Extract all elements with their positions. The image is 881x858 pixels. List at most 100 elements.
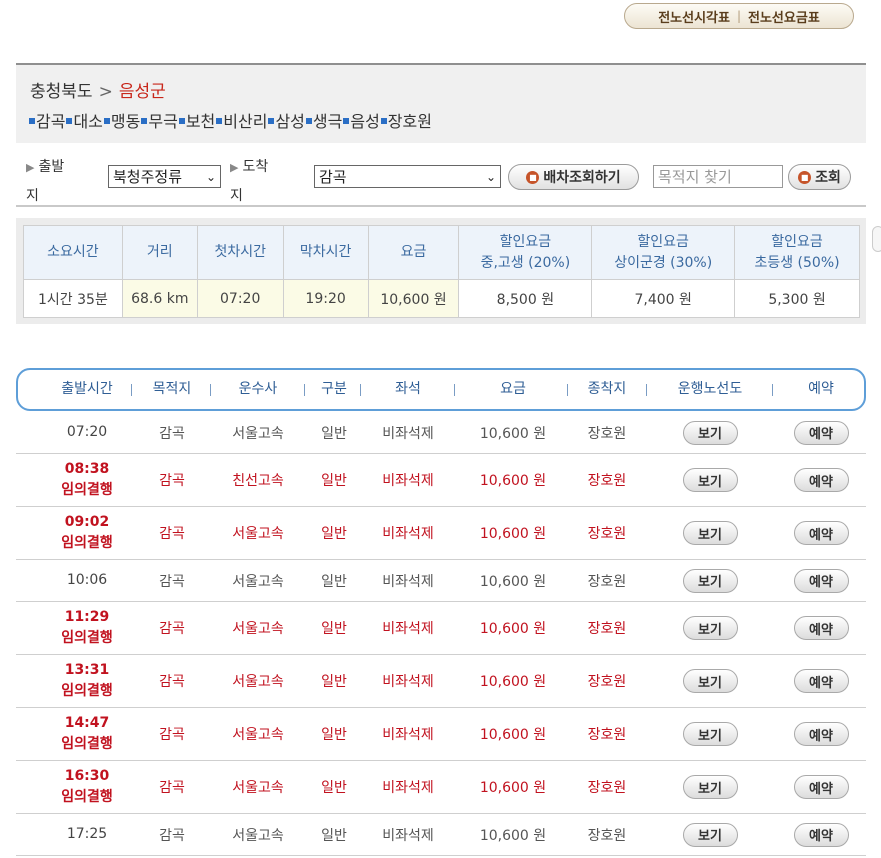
view-route-button[interactable]: 보기 xyxy=(682,468,738,492)
depart-select[interactable]: 북청주정류 ⌄ xyxy=(108,165,221,188)
triangle-icon: ▶ xyxy=(230,161,239,174)
summary-value-cell: 10,600 원 xyxy=(367,279,460,318)
seat-type-cell: 비좌석제 xyxy=(382,425,434,442)
departure-time: 17:25 xyxy=(66,826,108,842)
terminal-cell: 장호원 xyxy=(587,780,627,796)
summary-header-cell: 할인요금 상이군경 (30%) xyxy=(591,225,736,280)
reserve-cell: 예약 xyxy=(781,814,861,855)
reserve-cell: 예약 xyxy=(781,560,861,601)
view-route-button[interactable]: 보기 xyxy=(682,420,738,445)
departure-time-cell: 10:06 xyxy=(32,560,142,601)
find-button[interactable]: ■ 조회 xyxy=(788,164,851,190)
table-row: 14:47 임의결행 감곡 서울고속 일반 비좌석제 10,600 원 장호원 보기 예약 xyxy=(16,708,866,761)
fare-cell: 10,600 원 xyxy=(479,473,547,489)
tab-separator: | xyxy=(736,9,742,23)
arrive-select-value: 감곡 xyxy=(319,168,347,186)
stop-link[interactable]: 대소 xyxy=(73,112,102,131)
departure-time-cell: 09:02 임의결행 xyxy=(32,507,142,559)
view-route-button[interactable]: 보기 xyxy=(682,616,738,640)
fare-cell: 10,600 원 xyxy=(479,526,547,542)
departure-time: 11:29 xyxy=(64,609,110,625)
seat-type-cell: 비좌석제 xyxy=(382,827,434,844)
column-divider xyxy=(131,384,132,396)
find-button-label: 조회 xyxy=(815,170,841,186)
route-map-cell: 보기 xyxy=(655,507,765,559)
reserve-button[interactable]: 예약 xyxy=(793,775,849,799)
all-route-fare-tab[interactable]: 전노선요금표 xyxy=(748,7,820,26)
stop-link[interactable]: 보천 xyxy=(186,112,215,131)
reserve-button[interactable]: 예약 xyxy=(793,722,849,746)
view-route-button[interactable]: 보기 xyxy=(682,775,738,799)
reserve-button[interactable]: 예약 xyxy=(793,616,849,640)
breadcrumb-province[interactable]: 충청북도 xyxy=(30,82,93,102)
terminal-cell: 장호원 xyxy=(587,827,627,844)
reserve-button[interactable]: 예약 xyxy=(793,420,849,445)
square-bullet-icon xyxy=(343,118,350,124)
square-bullet-icon xyxy=(141,118,148,124)
side-scroll-handle[interactable] xyxy=(872,226,881,252)
summary-value-cell: 1시간 35분 xyxy=(23,279,123,318)
square-bullet-icon xyxy=(380,118,387,124)
table-row: 07:20 감곡 서울고속 일반 비좌석제 10,600 원 장호원 보기 예약 xyxy=(16,412,866,454)
view-route-button[interactable]: 보기 xyxy=(682,722,738,746)
route-map-cell: 보기 xyxy=(655,708,765,760)
company-cell: 친선고속 xyxy=(232,473,284,489)
company-cell: 서울고속 xyxy=(232,674,284,690)
reserve-cell: 예약 xyxy=(781,454,861,506)
summary-value-cell: 19:20 xyxy=(282,279,369,318)
summary-value-cell: 5,300 원 xyxy=(734,279,860,318)
stop-link[interactable]: 무극 xyxy=(148,112,177,131)
route-tabs: 전노선시각표 | 전노선요금표 xyxy=(624,3,854,29)
view-route-button[interactable]: 보기 xyxy=(682,521,738,545)
summary-header-cell: 할인요금 초등생 (50%) xyxy=(734,225,860,280)
stop-link[interactable]: 음성 xyxy=(350,112,379,131)
depart-label: ▶ 출발 지 xyxy=(26,159,65,204)
seat-type-cell: 비좌석제 xyxy=(382,573,434,590)
schedule-header-cell: 운수사 xyxy=(238,381,278,397)
breadcrumb-county: 음성군 xyxy=(118,82,166,102)
fare-cell: 10,600 원 xyxy=(479,674,547,690)
arrive-select[interactable]: 감곡 ⌄ xyxy=(314,165,501,188)
destination-cell: 감곡 xyxy=(159,526,185,542)
view-route-button[interactable]: 보기 xyxy=(682,822,738,847)
route-map-cell: 보기 xyxy=(655,454,765,506)
departure-time-cell: 17:25 xyxy=(32,814,142,855)
summary-header-cell: 거리 xyxy=(121,225,198,280)
destination-cell: 감곡 xyxy=(159,780,185,796)
destination-cell: 감곡 xyxy=(159,573,185,590)
stop-link[interactable]: 생극 xyxy=(313,112,342,131)
reserve-cell: 예약 xyxy=(781,602,861,654)
reserve-cell: 예약 xyxy=(781,708,861,760)
summary-header-cell: 요금 xyxy=(367,225,460,280)
departure-time-cell: 08:38 임의결행 xyxy=(32,454,142,506)
all-route-timetable-tab[interactable]: 전노선시각표 xyxy=(658,7,730,26)
table-row: 13:31 임의결행 감곡 서울고속 일반 비좌석제 10,600 원 장호원 보기 예약 xyxy=(16,655,866,708)
view-route-button[interactable]: 보기 xyxy=(682,669,738,693)
cancel-note: 임의결행 xyxy=(61,683,113,699)
stop-link[interactable]: 장호원 xyxy=(388,112,432,131)
cancel-note: 임의결행 xyxy=(61,789,113,805)
view-route-button[interactable]: 보기 xyxy=(682,568,738,593)
reserve-cell: 예약 xyxy=(781,655,861,707)
reserve-button[interactable]: 예약 xyxy=(793,568,849,593)
departure-time-cell: 16:30 임의결행 xyxy=(32,761,142,813)
reserve-button[interactable]: 예약 xyxy=(793,822,849,847)
company-cell: 서울고속 xyxy=(232,621,284,637)
reserve-button[interactable]: 예약 xyxy=(793,521,849,545)
stop-link[interactable]: 맹동 xyxy=(111,112,140,131)
query-schedule-button[interactable]: ■ 배차조회하기 xyxy=(508,164,639,190)
reserve-button[interactable]: 예약 xyxy=(793,468,849,492)
stop-link[interactable]: 삼성 xyxy=(275,112,304,131)
terminal-cell: 장호원 xyxy=(587,621,627,637)
seat-type-cell: 비좌석제 xyxy=(382,727,434,743)
column-divider xyxy=(210,384,211,396)
reserve-button[interactable]: 예약 xyxy=(793,669,849,693)
schedule-header-cell: 요금 xyxy=(500,381,526,397)
reserve-cell: 예약 xyxy=(781,507,861,559)
stop-link[interactable]: 감곡 xyxy=(36,112,65,131)
route-summary-panel: 소요시간 거리 첫차시간 막차시간 요금 할인요금 중,고생 (20%) 할인요금 상이군경 (… xyxy=(16,218,866,324)
destination-search-input[interactable]: 목적지 찾기 xyxy=(653,165,783,188)
fare-cell: 10,600 원 xyxy=(479,621,547,637)
reserve-cell: 예약 xyxy=(781,412,861,453)
stop-link[interactable]: 비산리 xyxy=(223,112,267,131)
